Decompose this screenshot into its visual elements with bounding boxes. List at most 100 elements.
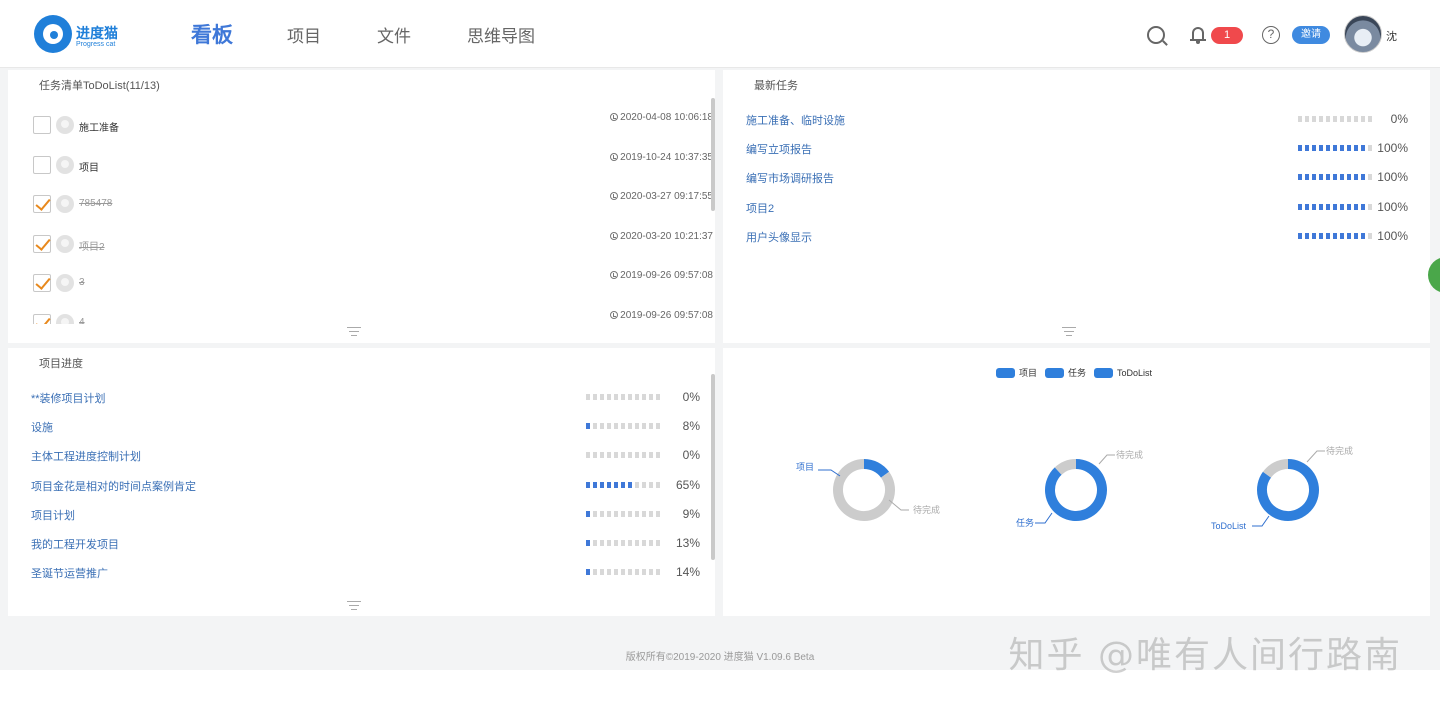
progress-percent: 9%: [682, 506, 700, 521]
todo-time: 2019-09-26 09:57:08: [610, 310, 713, 321]
header-tools: 1 ? 邀请 沈: [1120, 0, 1440, 68]
progress-label[interactable]: 编写立项报告: [746, 141, 812, 157]
progress-row[interactable]: 我的工程开发项目 13%: [31, 536, 711, 552]
progress-row[interactable]: 项目计划 9%: [31, 507, 711, 523]
progress-label[interactable]: 施工准备、临时设施: [746, 112, 845, 128]
top-header: 进度猫 Progress cat 看板 项目 文件 思维导图 1 ? 邀请 沈: [0, 0, 1440, 68]
panel-title: 最新任务: [754, 80, 798, 92]
panel-title: 项目进度: [39, 358, 83, 370]
progress-label[interactable]: 用户头像显示: [746, 229, 812, 245]
progress-bar: [1298, 116, 1375, 122]
invite-button[interactable]: 邀请: [1292, 26, 1330, 44]
bell-icon[interactable]: [1190, 25, 1206, 44]
progress-label[interactable]: 项目计划: [31, 507, 75, 523]
progress-label[interactable]: 圣诞节运营推广: [31, 565, 108, 581]
scrollbar[interactable]: [711, 98, 715, 211]
progress-percent: 65%: [675, 477, 700, 492]
filter-icon[interactable]: [1062, 327, 1076, 337]
progress-label[interactable]: **装修项目计划: [31, 390, 106, 406]
todo-time: 2019-09-26 09:57:08: [610, 270, 713, 281]
todo-time-text: 2019-09-26 09:57:08: [620, 309, 713, 321]
progress-row[interactable]: **装修项目计划 0%: [31, 390, 711, 406]
progress-row[interactable]: 项目2 100%: [746, 200, 1426, 216]
nav-item-files[interactable]: 文件: [371, 22, 417, 47]
donut-label: 待完成: [1326, 445, 1353, 456]
todo-time-row: 2020-04-08 10:06:18: [33, 112, 713, 138]
todo-time-row: 2019-10-24 10:37:35: [33, 152, 713, 178]
clock-icon: [610, 271, 619, 279]
progress-bar: [1298, 174, 1375, 181]
progress-row[interactable]: 编写立项报告 100%: [746, 141, 1426, 157]
user-name[interactable]: 沈: [1386, 28, 1397, 44]
progress-label[interactable]: 主体工程进度控制计划: [31, 448, 141, 464]
watermark-text: 知乎 @唯有人间行路南: [1008, 635, 1402, 676]
progress-label[interactable]: 编写市场调研报告: [746, 170, 834, 186]
help-icon[interactable]: ?: [1262, 26, 1280, 44]
progress-label[interactable]: 项目2: [746, 200, 774, 216]
progress-bar: [1298, 145, 1375, 152]
progress-label[interactable]: 设施: [31, 419, 53, 435]
donut-slice[interactable]: [1262, 459, 1289, 478]
donut-label: 项目: [796, 462, 814, 472]
todo-time-row: 2020-03-20 10:21:37: [33, 231, 713, 257]
label-leader-line: [818, 469, 841, 477]
panel-title: 任务清单ToDoList(11/13): [39, 80, 160, 92]
latest-tasks-panel: 最新任务 施工准备、临时设施 0% 编写立项报告 100% 编写市场调研报告 100% 项目…: [723, 70, 1430, 343]
main-nav: 看板 项目 文件 思维导图: [185, 0, 585, 68]
clock-icon: [610, 113, 619, 121]
todo-time: 2020-03-20 10:21:37: [610, 231, 713, 242]
progress-percent: 0%: [682, 390, 700, 404]
progress-bar: [586, 423, 663, 430]
progress-row[interactable]: 圣诞节运营推广 14%: [31, 565, 711, 581]
todo-time-row: 2020-03-27 09:17:55: [33, 191, 713, 217]
label-leader-line: [1252, 515, 1270, 527]
progress-label[interactable]: 我的工程开发项目: [31, 536, 119, 552]
scrollbar[interactable]: [711, 374, 715, 560]
todo-time-text: 2019-10-24 10:37:35: [620, 151, 713, 163]
progress-label[interactable]: 项目金花是相对的时间点案例肯定: [31, 478, 196, 494]
progress-percent: 14%: [675, 565, 700, 580]
app-logo[interactable]: 进度猫 Progress cat: [34, 15, 144, 55]
todo-time-text: 2020-04-08 10:06:18: [620, 112, 713, 123]
logo-name: 进度猫: [76, 25, 118, 41]
avatar[interactable]: [1344, 15, 1382, 53]
progress-percent: 13%: [675, 536, 700, 550]
donut-label: 待完成: [913, 504, 940, 515]
progress-row[interactable]: 主体工程进度控制计划 0%: [31, 448, 711, 464]
logo-subtitle: Progress cat: [76, 41, 116, 48]
chart-panel: 项目 任务 ToDoList 项目 待完成 任务 待完成 ToDoList 待完成: [723, 348, 1430, 616]
nav-item-kanban[interactable]: 看板: [185, 19, 239, 49]
progress-row[interactable]: 设施 8%: [31, 419, 711, 435]
progress-bar: [586, 569, 663, 576]
todo-time: 2020-03-27 09:17:55: [610, 191, 713, 202]
progress-bar: [586, 394, 663, 400]
filter-icon[interactable]: [347, 601, 361, 611]
nav-item-projects[interactable]: 项目: [281, 22, 327, 47]
progress-row[interactable]: 施工准备、临时设施 0%: [746, 112, 1426, 128]
clock-icon: [610, 231, 619, 240]
clock-icon: [610, 310, 619, 319]
progress-bar: [1298, 232, 1375, 239]
donut-slice[interactable]: [1045, 459, 1107, 521]
progress-row[interactable]: 编写市场调研报告 100%: [746, 170, 1426, 186]
progress-percent: 100%: [1377, 228, 1408, 243]
search-icon[interactable]: [1147, 26, 1165, 44]
todo-time-text: 2020-03-27 09:17:55: [620, 191, 713, 202]
clock-icon: [610, 152, 619, 161]
progress-bar: [586, 540, 663, 546]
donut-slice[interactable]: [863, 459, 890, 478]
progress-percent: 100%: [1377, 170, 1408, 185]
nav-item-mindmap[interactable]: 思维导图: [461, 22, 541, 47]
filter-icon[interactable]: [347, 327, 361, 337]
todo-time-row: 2019-09-26 09:57:08: [33, 310, 713, 336]
progress-row[interactable]: 项目金花是相对的时间点案例肯定 65%: [31, 478, 711, 494]
label-leader-line: [1098, 454, 1115, 465]
todo-panel: 任务清单ToDoList(11/13) 施工准备 2020-04-08 10:06…: [8, 70, 715, 343]
progress-row[interactable]: 用户头像显示 100%: [746, 229, 1426, 245]
progress-bar: [586, 481, 663, 488]
notification-badge[interactable]: 1: [1211, 27, 1243, 44]
donut-slice[interactable]: [1054, 459, 1077, 475]
logo-icon: [34, 15, 72, 53]
todo-time: 2019-10-24 10:37:35: [610, 152, 713, 163]
progress-bar: [1298, 203, 1375, 210]
